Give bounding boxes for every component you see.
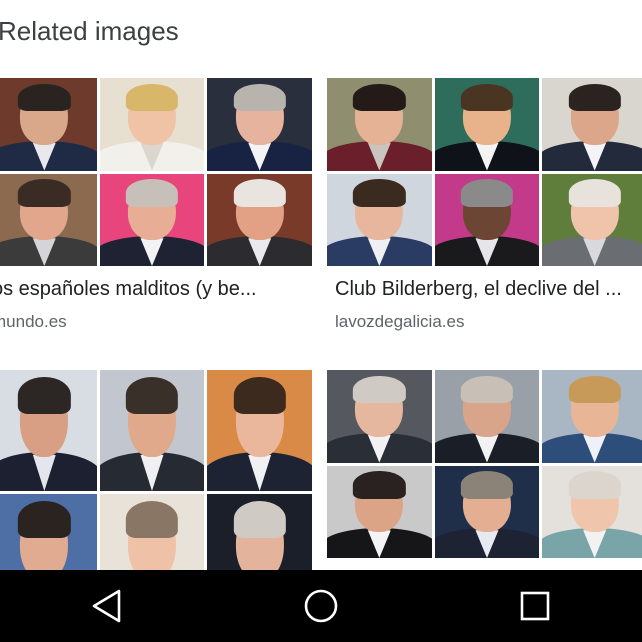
portrait-hair: [125, 179, 179, 207]
portrait-hair: [233, 501, 286, 538]
portrait-thumbnail: [434, 465, 540, 558]
section-title: Related images: [0, 16, 179, 46]
result-source[interactable]: mundo.es: [0, 312, 67, 332]
portrait-hair: [353, 375, 406, 404]
related-image-card-4[interactable]: [327, 370, 642, 570]
portrait-thumbnail: [327, 465, 432, 558]
related-image-card-2[interactable]: Club Bilderberg, el declive del ... lavo…: [327, 78, 642, 343]
portrait-hair: [568, 179, 621, 207]
portrait-hair: [353, 179, 406, 207]
portrait-hair: [460, 179, 514, 207]
portrait-thumbnail: [542, 78, 642, 171]
portrait-hair: [125, 83, 179, 112]
portrait-thumbnail: [207, 78, 312, 171]
related-image-card-1[interactable]: os españoles malditos (y be... mundo.es: [0, 78, 312, 343]
portrait-thumbnail: [0, 173, 97, 266]
portrait-hair: [460, 471, 514, 499]
portrait-hair: [353, 83, 406, 112]
portrait-thumbnail: [542, 465, 642, 558]
portrait-hair: [460, 83, 514, 112]
portrait-thumbnail: [0, 370, 97, 491]
portrait-thumbnail: [207, 173, 312, 266]
portrait-thumbnail: [434, 78, 540, 171]
result-caption[interactable]: os españoles malditos (y be...: [0, 278, 302, 301]
portrait-hair: [568, 375, 621, 404]
portrait-thumbnail: [327, 173, 432, 266]
portrait-thumbnail: [327, 370, 432, 463]
portrait-thumbnail: [542, 173, 642, 266]
portrait-hair: [18, 377, 71, 414]
portrait-hair: [233, 83, 286, 112]
back-button[interactable]: [77, 576, 137, 636]
portrait-hair: [233, 179, 286, 207]
portrait-hair: [18, 179, 71, 207]
related-image-card-3[interactable]: [0, 370, 312, 615]
square-recents-icon: [520, 591, 550, 621]
portrait-hair: [125, 501, 179, 538]
portrait-thumbnail: [327, 78, 432, 171]
triangle-back-icon: [92, 589, 121, 623]
portrait-thumbnail: [99, 78, 205, 171]
portrait-thumbnail: [99, 173, 205, 266]
portrait-thumbnail: [0, 78, 97, 171]
portrait-hair: [568, 83, 621, 112]
portrait-thumbnail: [434, 370, 540, 463]
portrait-hair: [568, 471, 621, 499]
portrait-thumbnail: [434, 173, 540, 266]
portrait-thumbnail: [99, 370, 205, 491]
portrait-hair: [233, 377, 286, 414]
portrait-hair: [18, 501, 71, 538]
portrait-hair: [460, 375, 514, 404]
portrait-hair: [18, 83, 71, 112]
portrait-hair: [125, 377, 179, 414]
recents-button[interactable]: [505, 576, 565, 636]
system-navigation-bar: [0, 570, 642, 642]
image-collage: [327, 370, 642, 558]
portrait-thumbnail: [207, 370, 312, 491]
image-collage: [327, 78, 642, 266]
result-caption[interactable]: Club Bilderberg, el declive del ...: [335, 278, 642, 301]
image-collage: [0, 78, 312, 266]
portrait-thumbnail: [542, 370, 642, 463]
home-button[interactable]: [291, 576, 351, 636]
circle-home-icon: [304, 589, 338, 623]
result-source[interactable]: lavozdegalicia.es: [335, 312, 464, 332]
portrait-hair: [353, 471, 406, 499]
